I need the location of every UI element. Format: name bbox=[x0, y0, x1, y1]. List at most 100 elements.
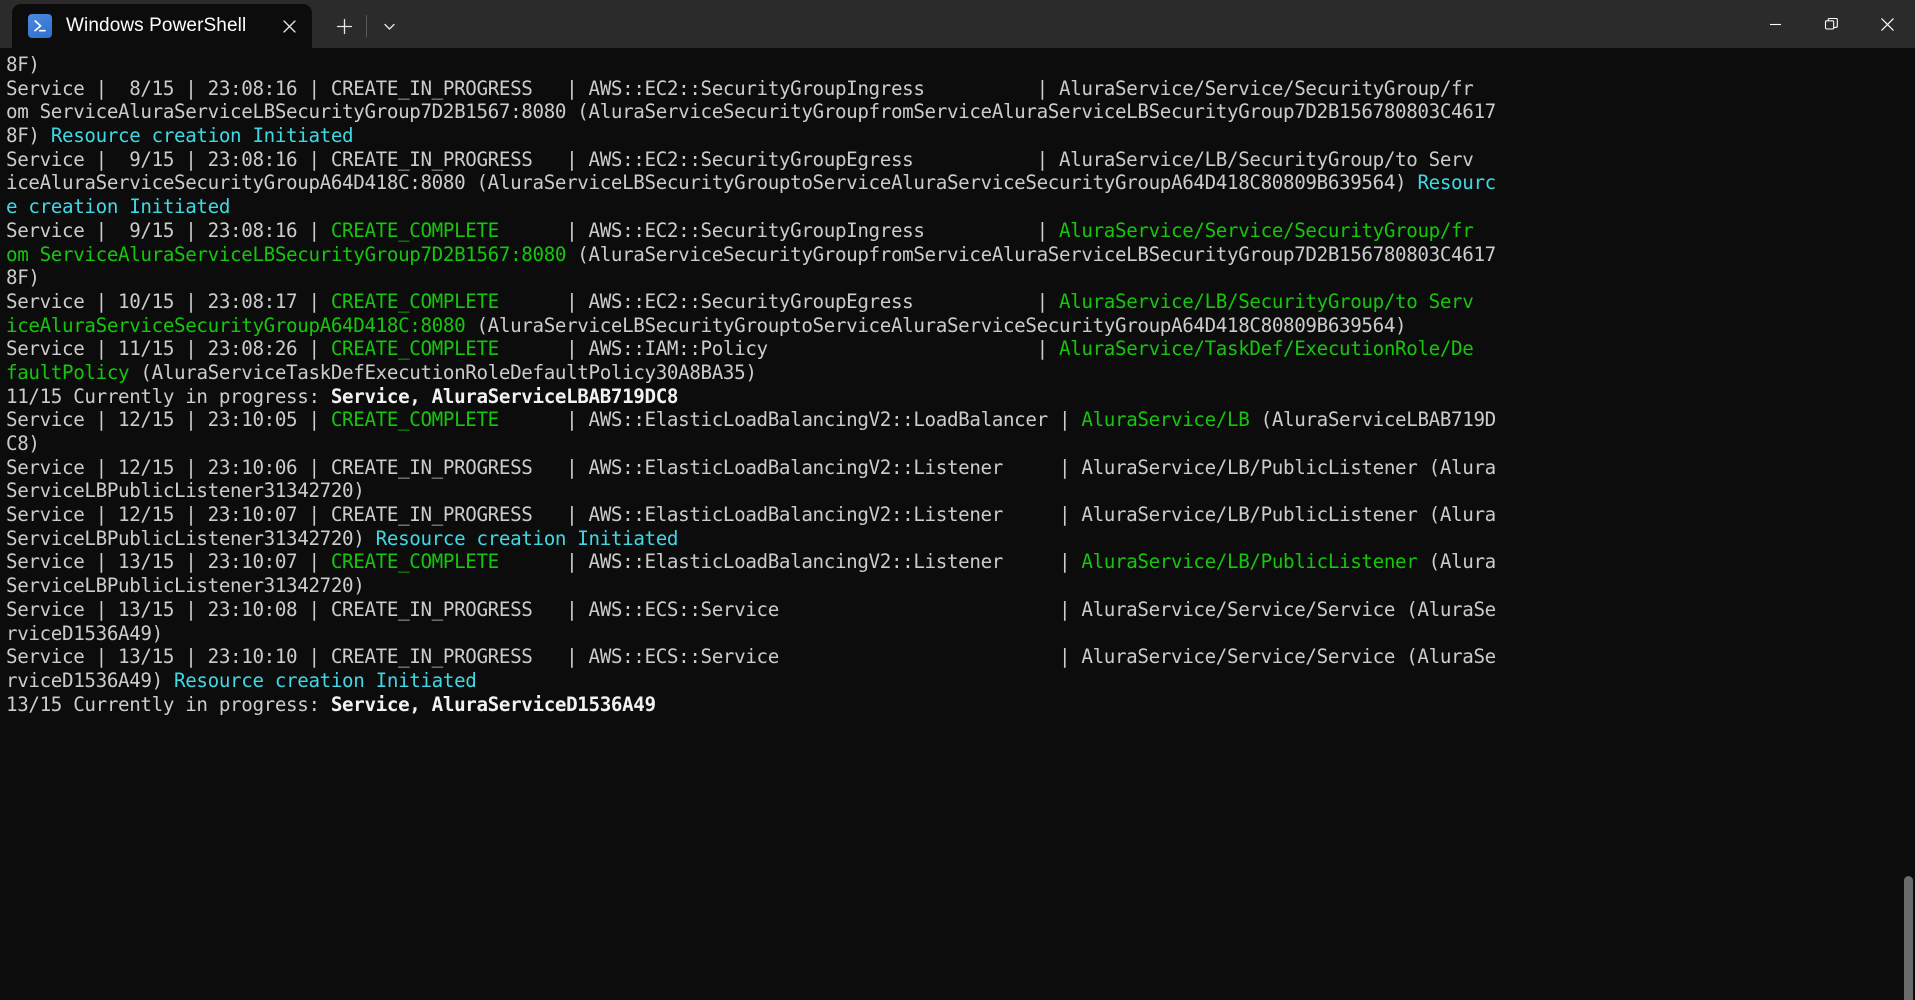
terminal-line: Service | 13/15 | 23:10:10 | CREATE_IN_P… bbox=[6, 645, 1915, 669]
terminal-text-run: faultPolicy bbox=[6, 360, 130, 384]
terminal-text-run: e creation Initiated bbox=[6, 195, 231, 219]
tab-strip: Windows PowerShell bbox=[0, 0, 409, 48]
terminal-text-run: (AluraServiceLBAB719D bbox=[1249, 408, 1497, 432]
terminal-line: 13/15 Currently in progress: Service, Al… bbox=[6, 693, 1915, 717]
chevron-down-icon[interactable] bbox=[369, 6, 409, 46]
terminal-text-run: Service | 13/15 | 23:10:10 | CREATE_IN_P… bbox=[6, 645, 1496, 669]
terminal-text-run: Service | bbox=[6, 76, 119, 100]
terminal-text-run: CREATE_COMPLETE bbox=[330, 337, 499, 361]
terminal-line: iceAluraServiceSecurityGroupA64D418C:808… bbox=[6, 314, 1915, 338]
terminal-text-run: Service | 13/15 | 23:10:07 | bbox=[6, 550, 331, 574]
terminal-text-run: Service | 10/15 | 23:08:17 | bbox=[6, 289, 331, 313]
scrollbar-thumb[interactable] bbox=[1904, 876, 1913, 1000]
terminal-text-run: Service | 12/15 | 23:10:06 | CREATE_IN_P… bbox=[6, 455, 1496, 479]
close-tab-icon[interactable] bbox=[272, 9, 306, 43]
terminal-line: 11/15 Currently in progress: Service, Al… bbox=[6, 385, 1915, 409]
close-window-button[interactable] bbox=[1859, 0, 1915, 48]
terminal-line: 8F) Resource creation Initiated bbox=[6, 124, 1915, 148]
terminal-text-run: Service, AluraServiceD1536A49 bbox=[330, 692, 656, 716]
terminal-text-run: AluraService/TaskDef/ExecutionRole/De bbox=[1058, 337, 1474, 361]
tabbar-divider bbox=[366, 15, 367, 37]
terminal-line: 8F) bbox=[6, 53, 1915, 77]
terminal-text-run: (Alura bbox=[1417, 550, 1497, 574]
terminal-text-run: | AWS::IAM::Policy | bbox=[498, 337, 1059, 361]
restore-button[interactable] bbox=[1803, 0, 1859, 48]
terminal-line: Service | 12/15 | 23:10:06 | CREATE_IN_P… bbox=[6, 456, 1915, 480]
terminal-line: Service | 8/15 | 23:08:16 | CREATE_IN_PR… bbox=[6, 77, 1915, 101]
terminal-text-run: iceAluraServiceSecurityGroupA64D418C:808… bbox=[6, 171, 1418, 195]
terminal-text-run: Resource creation Initiated bbox=[174, 668, 477, 692]
terminal-text-run: rviceD1536A49) bbox=[6, 621, 163, 645]
terminal-line: 8F) bbox=[6, 266, 1915, 290]
terminal-text-run: AluraService/LB/SecurityGroup/to Serv bbox=[1058, 289, 1474, 313]
terminal-text-run: C8) bbox=[6, 432, 40, 455]
terminal-line: Service | 12/15 | 23:10:07 | CREATE_IN_P… bbox=[6, 503, 1915, 527]
terminal-line: Service | 12/15 | 23:10:05 | CREATE_COMP… bbox=[6, 408, 1915, 432]
terminal-text-run: AluraService/LB/PublicListener bbox=[1081, 550, 1418, 574]
terminal-text-run: CREATE_COMPLETE bbox=[330, 289, 499, 313]
terminal-text-run: | AWS::EC2::SecurityGroupIngress | bbox=[498, 218, 1059, 242]
tab-windows-powershell[interactable]: Windows PowerShell bbox=[12, 4, 312, 48]
terminal-text-run: CREATE_COMPLETE bbox=[330, 408, 499, 432]
terminal-line: ServiceLBPublicListener31342720) bbox=[6, 574, 1915, 598]
terminal-text-run: Service | 13/15 | 23:10:08 | CREATE_IN_P… bbox=[6, 597, 1496, 621]
terminal-text-run: 8/15 | 23:08:16 | CREATE_IN_PROGRESS | A… bbox=[118, 76, 1474, 100]
terminal-line: Service | 10/15 | 23:08:17 | CREATE_COMP… bbox=[6, 290, 1915, 314]
terminal-line: e creation Initiated bbox=[6, 195, 1915, 219]
terminal-text-run: rviceD1536A49) bbox=[6, 668, 175, 692]
terminal-window: Windows PowerShell 8F) Service | 8/15 | … bbox=[0, 0, 1915, 1000]
terminal-line: iceAluraServiceSecurityGroupA64D418C:808… bbox=[6, 171, 1915, 195]
terminal-line: rviceD1536A49) Resource creation Initiat… bbox=[6, 669, 1915, 693]
terminal-text-run: Resource creation Initiated bbox=[50, 124, 354, 148]
terminal-text-run: iceAluraServiceSecurityGroupA64D418C:808… bbox=[6, 313, 466, 337]
terminal-line: rviceD1536A49) bbox=[6, 622, 1915, 646]
terminal-text-run: | AWS::EC2::SecurityGroupEgress | bbox=[498, 289, 1059, 313]
terminal-text-run: 8F) bbox=[6, 53, 40, 76]
terminal-text-run: Resourc bbox=[1417, 171, 1496, 195]
terminal-line: C8) bbox=[6, 432, 1915, 456]
terminal-scrollbar[interactable] bbox=[1901, 96, 1915, 1000]
terminal-text-run: AluraService/Service/SecurityGroup/fr bbox=[1058, 218, 1474, 242]
terminal-text-run: CREATE_COMPLETE bbox=[330, 218, 499, 242]
terminal-text-run: 13/15 Currently in progress: bbox=[6, 692, 331, 716]
terminal-line: Service | 9/15 | 23:08:16 | CREATE_COMPL… bbox=[6, 219, 1915, 243]
terminal-text-run: 8F) bbox=[6, 124, 51, 148]
terminal-text-run: ServiceLBPublicListener31342720) bbox=[6, 526, 376, 550]
terminal-text-run: (AluraServiceTaskDefExecutionRoleDefault… bbox=[129, 360, 757, 384]
window-controls bbox=[1747, 0, 1915, 48]
terminal-text-run: Resource creation Initiated bbox=[375, 526, 679, 550]
terminal-line: Service | 13/15 | 23:10:08 | CREATE_IN_P… bbox=[6, 598, 1915, 622]
terminal-text-run: 11/15 Currently in progress: bbox=[6, 384, 331, 408]
terminal-output: 8F) Service | 8/15 | 23:08:16 | CREATE_IN… bbox=[6, 53, 1915, 716]
terminal-text-run: 8F) bbox=[6, 266, 40, 290]
terminal-text-run: Service | 9/15 | 23:08:16 | bbox=[6, 218, 331, 242]
terminal-text-run: Service | 12/15 | 23:10:05 | bbox=[6, 408, 331, 432]
terminal-body[interactable]: 8F) Service | 8/15 | 23:08:16 | CREATE_IN… bbox=[0, 48, 1915, 1000]
minimize-button[interactable] bbox=[1747, 0, 1803, 48]
terminal-text-run: ServiceLBPublicListener31342720) bbox=[6, 479, 365, 503]
terminal-text-run: (AluraServiceSecurityGroupfromServiceAlu… bbox=[566, 242, 1496, 266]
terminal-text-run: CREATE_COMPLETE bbox=[330, 550, 499, 574]
terminal-text-run: om ServiceAluraServiceLBSecurityGroup7D2… bbox=[6, 242, 567, 266]
new-tab-button[interactable] bbox=[324, 6, 364, 46]
terminal-line: Service | 13/15 | 23:10:07 | CREATE_COMP… bbox=[6, 550, 1915, 574]
terminal-text-run: | AWS::ElasticLoadBalancingV2::LoadBalan… bbox=[498, 408, 1082, 432]
terminal-text-run: Service | 11/15 | 23:08:26 | bbox=[6, 337, 331, 361]
terminal-text-run: Service | 12/15 | 23:10:07 | CREATE_IN_P… bbox=[6, 503, 1496, 527]
powershell-icon bbox=[28, 14, 52, 38]
terminal-line: om ServiceAluraServiceLBSecurityGroup7D2… bbox=[6, 243, 1915, 267]
terminal-line: ServiceLBPublicListener31342720) Resourc… bbox=[6, 527, 1915, 551]
terminal-text-run: om ServiceAluraServiceLBSecurityGroup7D2… bbox=[6, 100, 1496, 124]
terminal-line: om ServiceAluraServiceLBSecurityGroup7D2… bbox=[6, 100, 1915, 124]
title-bar: Windows PowerShell bbox=[0, 0, 1915, 48]
terminal-text-run: Service, AluraServiceLBAB719DC8 bbox=[330, 384, 679, 408]
terminal-text-run: ServiceLBPublicListener31342720) bbox=[6, 574, 365, 598]
terminal-line: Service | 9/15 | 23:08:16 | CREATE_IN_PR… bbox=[6, 148, 1915, 172]
terminal-line: Service | 11/15 | 23:08:26 | CREATE_COMP… bbox=[6, 337, 1915, 361]
tab-title: Windows PowerShell bbox=[66, 15, 247, 36]
terminal-text-run: | AWS::ElasticLoadBalancingV2::Listener … bbox=[498, 550, 1082, 574]
terminal-line: faultPolicy (AluraServiceTaskDefExecutio… bbox=[6, 361, 1915, 385]
terminal-line: ServiceLBPublicListener31342720) bbox=[6, 479, 1915, 503]
terminal-text-run: Service | 9/15 | 23:08:16 | CREATE_IN_PR… bbox=[6, 147, 1474, 171]
terminal-text-run: (AluraServiceLBSecurityGrouptoServiceAlu… bbox=[465, 313, 1407, 337]
